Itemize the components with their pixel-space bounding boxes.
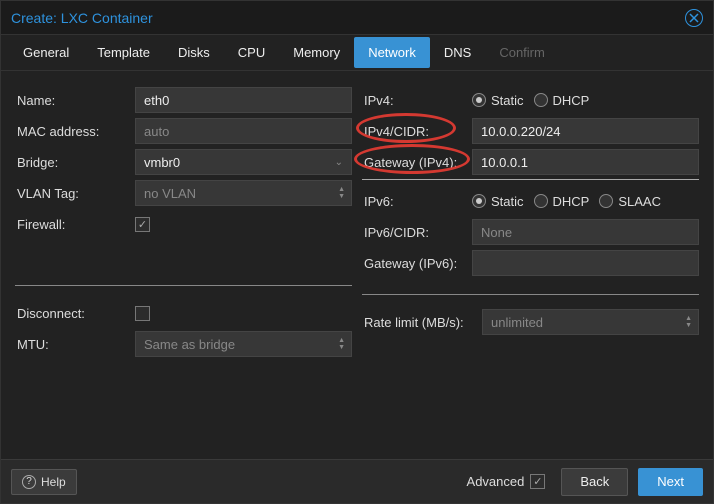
firewall-label: Firewall:: [15, 217, 135, 232]
close-icon: [689, 13, 699, 23]
gw6-label: Gateway (IPv6):: [362, 256, 472, 271]
ipv6-dhcp-label: DHCP: [553, 194, 590, 209]
gw6-row: Gateway (IPv6):: [362, 248, 699, 278]
bridge-label: Bridge:: [15, 155, 135, 170]
help-label: Help: [41, 475, 66, 489]
ipv4-radio-group: Static DHCP: [472, 93, 699, 108]
advanced-checkbox[interactable]: ✓: [530, 474, 545, 489]
spinner-icon: ▲▼: [338, 186, 345, 200]
tabbar: General Template Disks CPU Memory Networ…: [1, 35, 713, 71]
help-button[interactable]: ? Help: [11, 469, 77, 495]
ipv4cidr-label: IPv4/CIDR:: [362, 124, 472, 139]
name-label: Name:: [15, 93, 135, 108]
tab-general[interactable]: General: [9, 37, 83, 68]
ipv6-static-radio[interactable]: Static: [472, 194, 524, 209]
ipv6-dhcp-radio[interactable]: DHCP: [534, 194, 590, 209]
vlan-row: VLAN Tag: no VLAN ▲▼: [15, 178, 352, 208]
divider: [15, 285, 352, 286]
ipv4-static-label: Static: [491, 93, 524, 108]
right-column: IPv4: Static DHCP IPv4/CIDR: 10.0.0.220/…: [362, 85, 699, 459]
tab-template[interactable]: Template: [83, 37, 164, 68]
rate-placeholder: unlimited: [491, 315, 543, 330]
ipv4cidr-input[interactable]: 10.0.0.220/24: [472, 118, 699, 144]
tab-memory[interactable]: Memory: [279, 37, 354, 68]
ipv4-row: IPv4: Static DHCP: [362, 85, 699, 115]
ipv4cidr-row: IPv4/CIDR: 10.0.0.220/24: [362, 116, 699, 146]
tab-disks[interactable]: Disks: [164, 37, 224, 68]
mac-placeholder: auto: [144, 124, 169, 139]
disconnect-checkbox[interactable]: [135, 306, 150, 321]
mtu-placeholder: Same as bridge: [144, 337, 235, 352]
gw4-input[interactable]: 10.0.0.1: [472, 149, 699, 175]
name-input[interactable]: eth0: [135, 87, 352, 113]
footer: ? Help Advanced ✓ Back Next: [1, 459, 713, 503]
back-label: Back: [580, 474, 609, 489]
divider: [362, 294, 699, 295]
spinner-icon: ▲▼: [338, 337, 345, 351]
advanced-toggle[interactable]: Advanced ✓: [467, 474, 546, 489]
bridge-select[interactable]: vmbr0 ⌄: [135, 149, 352, 175]
dialog-title: Create: LXC Container: [11, 10, 153, 26]
disconnect-label: Disconnect:: [15, 306, 135, 321]
gw4-row: Gateway (IPv4): 10.0.0.1: [362, 147, 699, 177]
gw6-input[interactable]: [472, 250, 699, 276]
tab-cpu[interactable]: CPU: [224, 37, 279, 68]
mac-row: MAC address: auto: [15, 116, 352, 146]
chevron-down-icon: ⌄: [335, 157, 343, 168]
ipv4-dhcp-label: DHCP: [553, 93, 590, 108]
ipv4-dhcp-radio[interactable]: DHCP: [534, 93, 590, 108]
mac-input[interactable]: auto: [135, 118, 352, 144]
left-column: Name: eth0 MAC address: auto Bridge: vmb…: [15, 85, 352, 459]
mtu-label: MTU:: [15, 337, 135, 352]
ipv6-label: IPv6:: [362, 194, 472, 209]
name-row: Name: eth0: [15, 85, 352, 115]
ipv6cidr-row: IPv6/CIDR: None: [362, 217, 699, 247]
advanced-label: Advanced: [467, 474, 525, 489]
dialog: Create: LXC Container General Template D…: [0, 0, 714, 504]
spinner-icon: ▲▼: [685, 315, 692, 329]
tab-confirm: Confirm: [485, 37, 559, 68]
bridge-value: vmbr0: [144, 155, 180, 170]
gw4-value: 10.0.0.1: [481, 155, 528, 170]
mac-label: MAC address:: [15, 124, 135, 139]
titlebar: Create: LXC Container: [1, 1, 713, 35]
ipv4-label: IPv4:: [362, 93, 472, 108]
ipv6-static-label: Static: [491, 194, 524, 209]
help-icon: ?: [22, 475, 36, 489]
ipv6cidr-placeholder: None: [481, 225, 512, 240]
section-underline: [362, 179, 699, 180]
next-label: Next: [657, 474, 684, 489]
content: Name: eth0 MAC address: auto Bridge: vmb…: [1, 71, 713, 459]
vlan-placeholder: no VLAN: [144, 186, 196, 201]
rate-label: Rate limit (MB/s):: [362, 315, 482, 330]
name-value: eth0: [144, 93, 169, 108]
firewall-checkbox[interactable]: ✓: [135, 217, 150, 232]
firewall-row: Firewall: ✓: [15, 209, 352, 239]
mtu-input[interactable]: Same as bridge ▲▼: [135, 331, 352, 357]
ipv6-radio-group: Static DHCP SLAAC: [472, 194, 699, 209]
mtu-row: MTU: Same as bridge ▲▼: [15, 329, 352, 359]
next-button[interactable]: Next: [638, 468, 703, 496]
disconnect-row: Disconnect:: [15, 298, 352, 328]
ipv4-static-radio[interactable]: Static: [472, 93, 524, 108]
tab-network[interactable]: Network: [354, 37, 430, 68]
ipv6-row: IPv6: Static DHCP SLAAC: [362, 186, 699, 216]
gw4-label: Gateway (IPv4):: [362, 155, 472, 170]
ipv6-slaac-label: SLAAC: [618, 194, 661, 209]
rate-row: Rate limit (MB/s): unlimited ▲▼: [362, 307, 699, 337]
ipv6cidr-label: IPv6/CIDR:: [362, 225, 472, 240]
ipv6-slaac-radio[interactable]: SLAAC: [599, 194, 661, 209]
ipv4cidr-value: 10.0.0.220/24: [481, 124, 561, 139]
close-button[interactable]: [685, 9, 703, 27]
vlan-input[interactable]: no VLAN ▲▼: [135, 180, 352, 206]
bridge-row: Bridge: vmbr0 ⌄: [15, 147, 352, 177]
ipv6cidr-input[interactable]: None: [472, 219, 699, 245]
vlan-label: VLAN Tag:: [15, 186, 135, 201]
tab-dns[interactable]: DNS: [430, 37, 485, 68]
back-button[interactable]: Back: [561, 468, 628, 496]
rate-input[interactable]: unlimited ▲▼: [482, 309, 699, 335]
